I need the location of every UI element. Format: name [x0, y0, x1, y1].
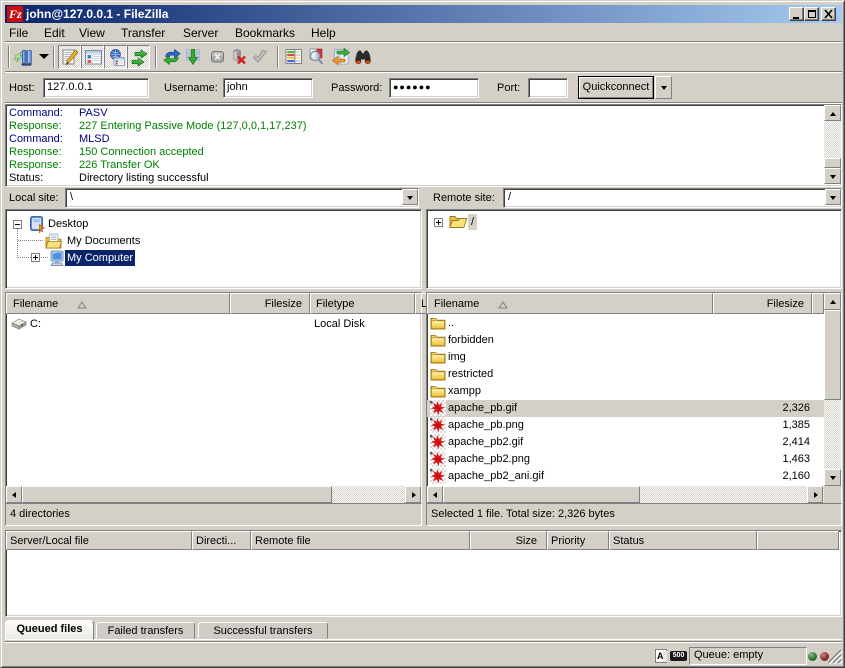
- svg-text:Fz: Fz: [8, 7, 22, 21]
